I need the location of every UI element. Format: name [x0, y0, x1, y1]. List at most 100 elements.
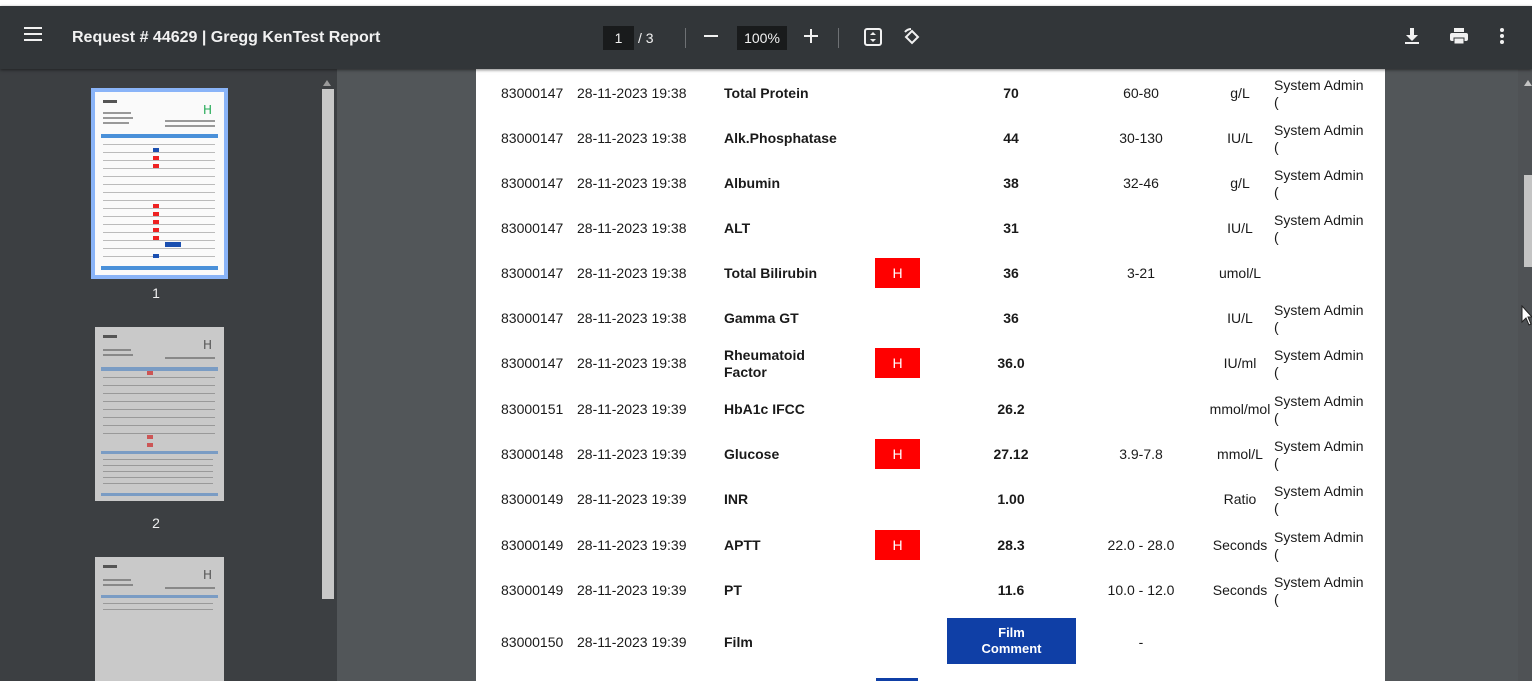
sample-code: 83000147: [501, 220, 564, 236]
validated-by: System Admin(: [1274, 483, 1363, 517]
fit-page-icon[interactable]: [864, 28, 882, 50]
result-value: 1.00: [997, 491, 1025, 507]
test-name: Total Protein: [724, 85, 809, 101]
result-unit: IU/ml: [1223, 355, 1257, 371]
validated-by-suffix: (: [1274, 410, 1279, 426]
scroll-up-arrow-icon[interactable]: [323, 73, 331, 91]
result-value: 26.2: [997, 401, 1025, 417]
reference-range: 3-21: [1126, 265, 1156, 281]
more-vert-icon[interactable]: [1499, 27, 1505, 49]
table-row: 83000147 28-11-2023 19:38 Alk.Phosphatase 4…: [476, 114, 1385, 159]
page-number-input[interactable]: 1: [603, 26, 634, 50]
result-unit: g/L: [1230, 85, 1250, 101]
validated-by-suffix: (: [1274, 94, 1279, 110]
result-value: 36.0: [997, 355, 1025, 371]
rotate-icon[interactable]: [902, 27, 922, 51]
test-name: Alk.Phosphatase: [724, 130, 837, 146]
sample-code: 83000149: [501, 582, 564, 598]
result-datetime: 28-11-2023 19:38: [577, 220, 687, 236]
result-value: 36: [1003, 310, 1019, 326]
sample-code: 83000149: [501, 491, 564, 507]
zoom-level-input[interactable]: 100%: [737, 26, 787, 50]
validated-by-name: System Admin: [1274, 122, 1364, 138]
validated-by: System Admin(: [1274, 347, 1363, 381]
reference-range: 3.9-7.8: [1119, 446, 1163, 462]
result-value: 44: [1003, 130, 1019, 146]
sample-code: 83000149: [501, 537, 564, 553]
download-icon[interactable]: [1404, 27, 1420, 49]
main-scroll-thumb[interactable]: [1524, 175, 1532, 267]
film-button-line1: Film: [998, 625, 1025, 640]
toolbar-divider: [838, 28, 839, 48]
result-unit: IU/L: [1227, 220, 1253, 236]
pdf-page: 83000147 28-11-2023 19:38 Total Protein 70 6…: [476, 69, 1385, 681]
test-name-line1: Rheumatoid: [724, 347, 805, 363]
validated-by-name: System Admin: [1274, 574, 1364, 590]
result-datetime: 28-11-2023 19:38: [577, 355, 687, 371]
test-name: Gamma GT: [724, 310, 799, 326]
result-value: 28.3: [997, 537, 1025, 553]
sample-code: 83000147: [501, 130, 564, 146]
validated-by-suffix: (: [1274, 500, 1279, 516]
result-value: 70: [1003, 85, 1019, 101]
validated-by-name: System Admin: [1274, 347, 1364, 363]
zoom-out-icon[interactable]: [703, 28, 719, 48]
page-thumbnail-1[interactable]: H: [91, 88, 228, 279]
table-row: 83000149 28-11-2023 19:39 APTT H 28.3 22.0 - …: [476, 521, 1385, 566]
result-unit: Seconds: [1212, 582, 1268, 598]
validated-by: System Admin(: [1274, 212, 1363, 246]
test-name: PT: [724, 582, 742, 598]
table-row: 83000147 28-11-2023 19:38 Albumin 38 32-46 g/…: [476, 159, 1385, 204]
high-flag-badge: H: [875, 258, 920, 288]
test-name: Albumin: [724, 175, 780, 191]
zoom-in-icon[interactable]: [803, 28, 819, 48]
test-name: ALT: [724, 220, 751, 236]
reference-range: -: [1138, 634, 1144, 650]
reference-range: 32-46: [1123, 175, 1159, 191]
result-datetime: 28-11-2023 19:39: [577, 537, 687, 553]
reference-range: 22.0 - 28.0: [1107, 537, 1175, 553]
test-name: Glucose: [724, 446, 780, 462]
film-comment-button[interactable]: Film Comment: [947, 618, 1076, 664]
table-row: 83000147 28-11-2023 19:38 Total Protein 70 6…: [476, 69, 1385, 114]
table-row: 83000151 28-11-2023 19:39 HbA1c IFCC 26.2 mm…: [476, 385, 1385, 430]
thumbnail-label-2: 2: [152, 515, 160, 531]
result-datetime: 28-11-2023 19:39: [577, 401, 687, 417]
table-row: 83000147 28-11-2023 19:38 Gamma GT 36 IU/L Sy…: [476, 294, 1385, 339]
result-unit: umol/L: [1218, 265, 1262, 281]
result-datetime: 28-11-2023 19:39: [577, 446, 687, 462]
page-thumbnail-3[interactable]: H: [95, 557, 224, 681]
validated-by-name: System Admin: [1274, 393, 1364, 409]
test-name: Total Bilirubin: [724, 265, 818, 281]
document-title: Request # 44629 | Gregg KenTest Report: [72, 29, 381, 46]
validated-by-name: System Admin: [1274, 212, 1364, 228]
sidebar-scrollbar[interactable]: [318, 69, 337, 681]
result-datetime: 28-11-2023 19:38: [577, 265, 687, 281]
validated-by-suffix: (: [1274, 455, 1279, 471]
reference-range: 30-130: [1119, 130, 1163, 146]
page-thumbnail-2[interactable]: H: [95, 327, 224, 501]
validated-by-suffix: (: [1274, 229, 1279, 245]
menu-icon[interactable]: [24, 26, 42, 46]
sample-code: 83000150: [501, 634, 564, 650]
validated-by: System Admin(: [1274, 393, 1363, 427]
validated-by-suffix: (: [1274, 319, 1279, 335]
main-scroll-up-arrow-icon[interactable]: [1524, 73, 1532, 91]
result-unit: IU/L: [1227, 130, 1253, 146]
sample-code: 83000147: [501, 85, 564, 101]
sidebar-scroll-thumb[interactable]: [322, 89, 334, 599]
print-icon[interactable]: [1449, 27, 1469, 49]
svg-text:H: H: [203, 103, 212, 117]
svg-text:H: H: [203, 338, 212, 352]
main-scrollbar[interactable]: [1518, 69, 1532, 681]
result-unit: Ratio: [1223, 491, 1257, 507]
high-flag-badge: H: [875, 348, 920, 378]
validated-by: System Admin(: [1274, 167, 1363, 201]
result-unit: mmol/L: [1217, 446, 1263, 462]
pdf-toolbar: Request # 44629 | Gregg KenTest Report 1…: [0, 6, 1532, 69]
table-row: 83000149 28-11-2023 19:39 PT 11.6 10.0 - 12.…: [476, 566, 1385, 611]
result-datetime: 28-11-2023 19:38: [577, 85, 687, 101]
thumbnail-preview: H: [95, 92, 224, 275]
result-value: 38: [1003, 175, 1019, 191]
sample-code: 83000147: [501, 310, 564, 326]
